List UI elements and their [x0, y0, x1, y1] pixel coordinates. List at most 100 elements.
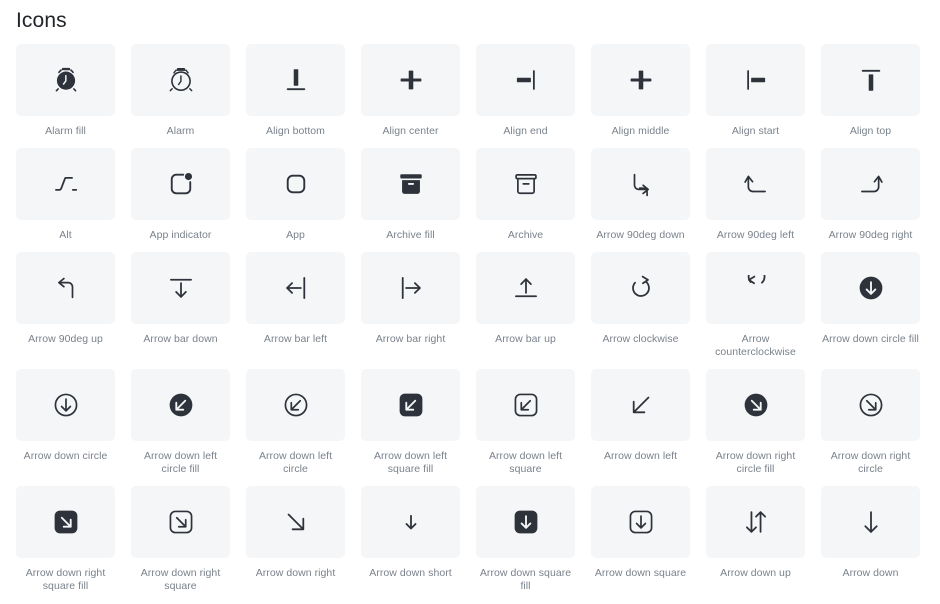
icon-cell-arrow-down-right-circle[interactable]: Arrow down right circle	[821, 369, 920, 476]
icon-label: Arrow down right square	[140, 567, 221, 592]
icon-label: Arrow down square fill	[479, 567, 572, 592]
icon-label: Arrow down right circle fill	[715, 450, 796, 475]
arrow-bar-down-icon[interactable]	[131, 252, 230, 324]
icon-cell-arrow-down-short[interactable]: Arrow down short	[361, 486, 460, 593]
archive-icon[interactable]	[476, 148, 575, 220]
icon-label: Arrow bar down	[143, 333, 218, 345]
arrow-down-square-fill-icon[interactable]	[476, 486, 575, 558]
icon-cell-arrow-90deg-down[interactable]: Arrow 90deg down	[591, 148, 690, 242]
icon-cell-arrow-down-left[interactable]: Arrow down left	[591, 369, 690, 476]
icon-label: Alarm	[166, 125, 195, 137]
icon-cell-align-start[interactable]: Align start	[706, 44, 805, 138]
icon-cell-arrow-90deg-left[interactable]: Arrow 90deg left	[706, 148, 805, 242]
align-end-icon[interactable]	[476, 44, 575, 116]
arrow-counterclockwise-icon[interactable]	[706, 252, 805, 324]
alarm-fill-icon[interactable]	[16, 44, 115, 116]
icon-label: Arrow bar up	[495, 333, 556, 345]
icon-label: Arrow down up	[720, 567, 791, 579]
arrow-down-left-square-icon[interactable]	[476, 369, 575, 441]
arrow-down-icon[interactable]	[821, 486, 920, 558]
icon-cell-arrow-90deg-up[interactable]: Arrow 90deg up	[16, 252, 115, 359]
align-start-icon[interactable]	[706, 44, 805, 116]
icon-cell-arrow-down[interactable]: Arrow down	[821, 486, 920, 593]
icon-cell-arrow-down-right-square-fill[interactable]: Arrow down right square fill	[16, 486, 115, 593]
arrow-down-circle-fill-icon[interactable]	[821, 252, 920, 324]
archive-fill-icon[interactable]	[361, 148, 460, 220]
icon-cell-alarm-fill[interactable]: Alarm fill	[16, 44, 115, 138]
icon-cell-align-bottom[interactable]: Align bottom	[246, 44, 345, 138]
icon-cell-app-indicator[interactable]: App indicator	[131, 148, 230, 242]
arrow-down-left-icon[interactable]	[591, 369, 690, 441]
app-icon[interactable]	[246, 148, 345, 220]
arrow-down-short-icon[interactable]	[361, 486, 460, 558]
icon-cell-arrow-down-square[interactable]: Arrow down square	[591, 486, 690, 593]
arrow-90deg-left-icon[interactable]	[706, 148, 805, 220]
icon-cell-arrow-bar-up[interactable]: Arrow bar up	[476, 252, 575, 359]
icon-cell-arrow-bar-down[interactable]: Arrow bar down	[131, 252, 230, 359]
arrow-down-right-icon[interactable]	[246, 486, 345, 558]
arrow-down-right-circle-icon[interactable]	[821, 369, 920, 441]
arrow-down-left-circle-fill-icon[interactable]	[131, 369, 230, 441]
icon-cell-arrow-down-up[interactable]: Arrow down up	[706, 486, 805, 593]
icon-cell-app[interactable]: App	[246, 148, 345, 242]
icon-cell-alt[interactable]: Alt	[16, 148, 115, 242]
arrow-down-up-icon[interactable]	[706, 486, 805, 558]
arrow-down-right-square-icon[interactable]	[131, 486, 230, 558]
icon-cell-arrow-down-right-square[interactable]: Arrow down right square	[131, 486, 230, 593]
arrow-down-left-circle-icon[interactable]	[246, 369, 345, 441]
icon-cell-align-top[interactable]: Align top	[821, 44, 920, 138]
arrow-down-circle-icon[interactable]	[16, 369, 115, 441]
arrow-90deg-down-icon[interactable]	[591, 148, 690, 220]
icon-cell-arrow-down-left-circle[interactable]: Arrow down left circle	[246, 369, 345, 476]
icon-cell-arrow-down-left-circle-fill[interactable]: Arrow down left circle fill	[131, 369, 230, 476]
icon-label: Align bottom	[266, 125, 325, 137]
icon-cell-arrow-down-circle[interactable]: Arrow down circle	[16, 369, 115, 476]
icon-label: Arrow down right square fill	[25, 567, 106, 592]
icon-cell-align-end[interactable]: Align end	[476, 44, 575, 138]
arrow-bar-left-icon[interactable]	[246, 252, 345, 324]
icon-cell-align-center[interactable]: Align center	[361, 44, 460, 138]
icon-label: Align center	[382, 125, 439, 137]
icon-label: Arrow 90deg up	[28, 333, 103, 345]
icon-cell-archive-fill[interactable]: Archive fill	[361, 148, 460, 242]
icon-cell-archive[interactable]: Archive	[476, 148, 575, 242]
icon-cell-arrow-down-right-circle-fill[interactable]: Arrow down right circle fill	[706, 369, 805, 476]
icon-cell-arrow-bar-right[interactable]: Arrow bar right	[361, 252, 460, 359]
icon-label: Arrow down right circle	[830, 450, 911, 475]
icon-cell-arrow-clockwise[interactable]: Arrow clockwise	[591, 252, 690, 359]
align-top-icon[interactable]	[821, 44, 920, 116]
arrow-bar-right-icon[interactable]	[361, 252, 460, 324]
arrow-clockwise-icon[interactable]	[591, 252, 690, 324]
arrow-90deg-right-icon[interactable]	[821, 148, 920, 220]
icon-cell-arrow-down-square-fill[interactable]: Arrow down square fill	[476, 486, 575, 593]
align-bottom-icon[interactable]	[246, 44, 345, 116]
icon-cell-arrow-90deg-right[interactable]: Arrow 90deg right	[821, 148, 920, 242]
arrow-down-right-circle-fill-icon[interactable]	[706, 369, 805, 441]
icon-label: Arrow 90deg down	[596, 229, 685, 241]
alarm-icon[interactable]	[131, 44, 230, 116]
icon-label: Arrow down left circle	[258, 450, 333, 475]
arrow-down-left-square-fill-icon[interactable]	[361, 369, 460, 441]
arrow-90deg-up-icon[interactable]	[16, 252, 115, 324]
icon-label: App indicator	[149, 229, 212, 241]
icon-cell-arrow-down-left-square-fill[interactable]: Arrow down left square fill	[361, 369, 460, 476]
icon-label: Arrow 90deg left	[716, 229, 795, 241]
icon-label: Arrow 90deg right	[828, 229, 913, 241]
icon-cell-align-middle[interactable]: Align middle	[591, 44, 690, 138]
arrow-bar-up-icon[interactable]	[476, 252, 575, 324]
icon-label: Arrow down left square fill	[373, 450, 448, 475]
icon-cell-arrow-down-circle-fill[interactable]: Arrow down circle fill	[821, 252, 920, 359]
icon-cell-arrow-down-left-square[interactable]: Arrow down left square	[476, 369, 575, 476]
icon-cell-arrow-counterclockwise[interactable]: Arrow counterclockwise	[706, 252, 805, 359]
icon-cell-arrow-down-right[interactable]: Arrow down right	[246, 486, 345, 593]
icon-label: Arrow down right	[255, 567, 336, 579]
icon-cell-alarm[interactable]: Alarm	[131, 44, 230, 138]
arrow-down-square-icon[interactable]	[591, 486, 690, 558]
arrow-down-right-square-fill-icon[interactable]	[16, 486, 115, 558]
icon-cell-arrow-bar-left[interactable]: Arrow bar left	[246, 252, 345, 359]
app-indicator-icon[interactable]	[131, 148, 230, 220]
align-middle-icon[interactable]	[591, 44, 690, 116]
align-center-icon[interactable]	[361, 44, 460, 116]
alt-icon[interactable]	[16, 148, 115, 220]
icon-label: Arrow down short	[369, 567, 452, 579]
